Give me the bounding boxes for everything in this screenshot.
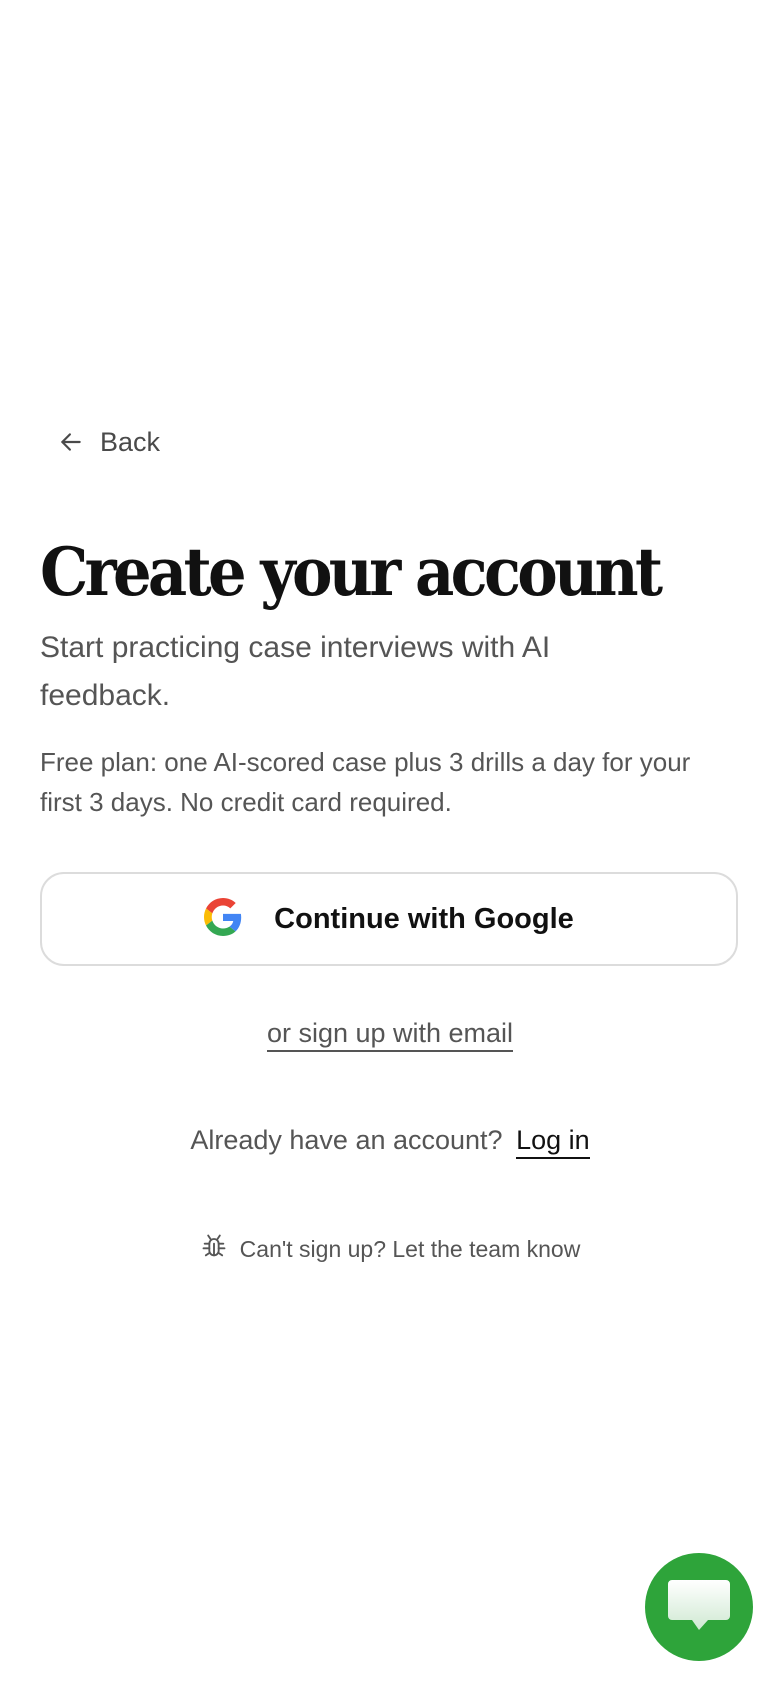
report-issue-label: Can't sign up? Let the team know — [239, 1235, 581, 1262]
sign-up-with-email-link[interactable]: or sign up with email — [266, 1018, 514, 1052]
login-row: Already have an account? Log in — [40, 1125, 740, 1159]
back-label: Back — [100, 426, 161, 457]
login-prompt: Already have an account? — [190, 1125, 503, 1155]
chat-bubble-icon — [666, 1576, 732, 1639]
chat-button[interactable] — [645, 1553, 753, 1661]
report-issue-link[interactable]: Can't sign up? Let the team know — [40, 1232, 740, 1266]
google-button-label: Continue with Google — [274, 902, 574, 935]
page-subtitle: Start practicing case interviews with AI… — [40, 631, 551, 712]
google-logo-icon — [204, 897, 242, 941]
page-title: Create your account — [40, 533, 663, 611]
continue-with-google-button[interactable]: Continue with Google — [40, 872, 738, 966]
arrow-left-icon — [58, 429, 84, 455]
bug-icon — [200, 1232, 228, 1266]
signup-panel: Back Create your account Start practicin… — [40, 420, 740, 1266]
back-button[interactable]: Back — [58, 420, 160, 464]
log-in-link[interactable]: Log in — [516, 1125, 590, 1159]
plan-note: Free plan: one AI-scored case plus 3 dri… — [40, 747, 691, 817]
email-signup-row: or sign up with email — [40, 1018, 740, 1052]
